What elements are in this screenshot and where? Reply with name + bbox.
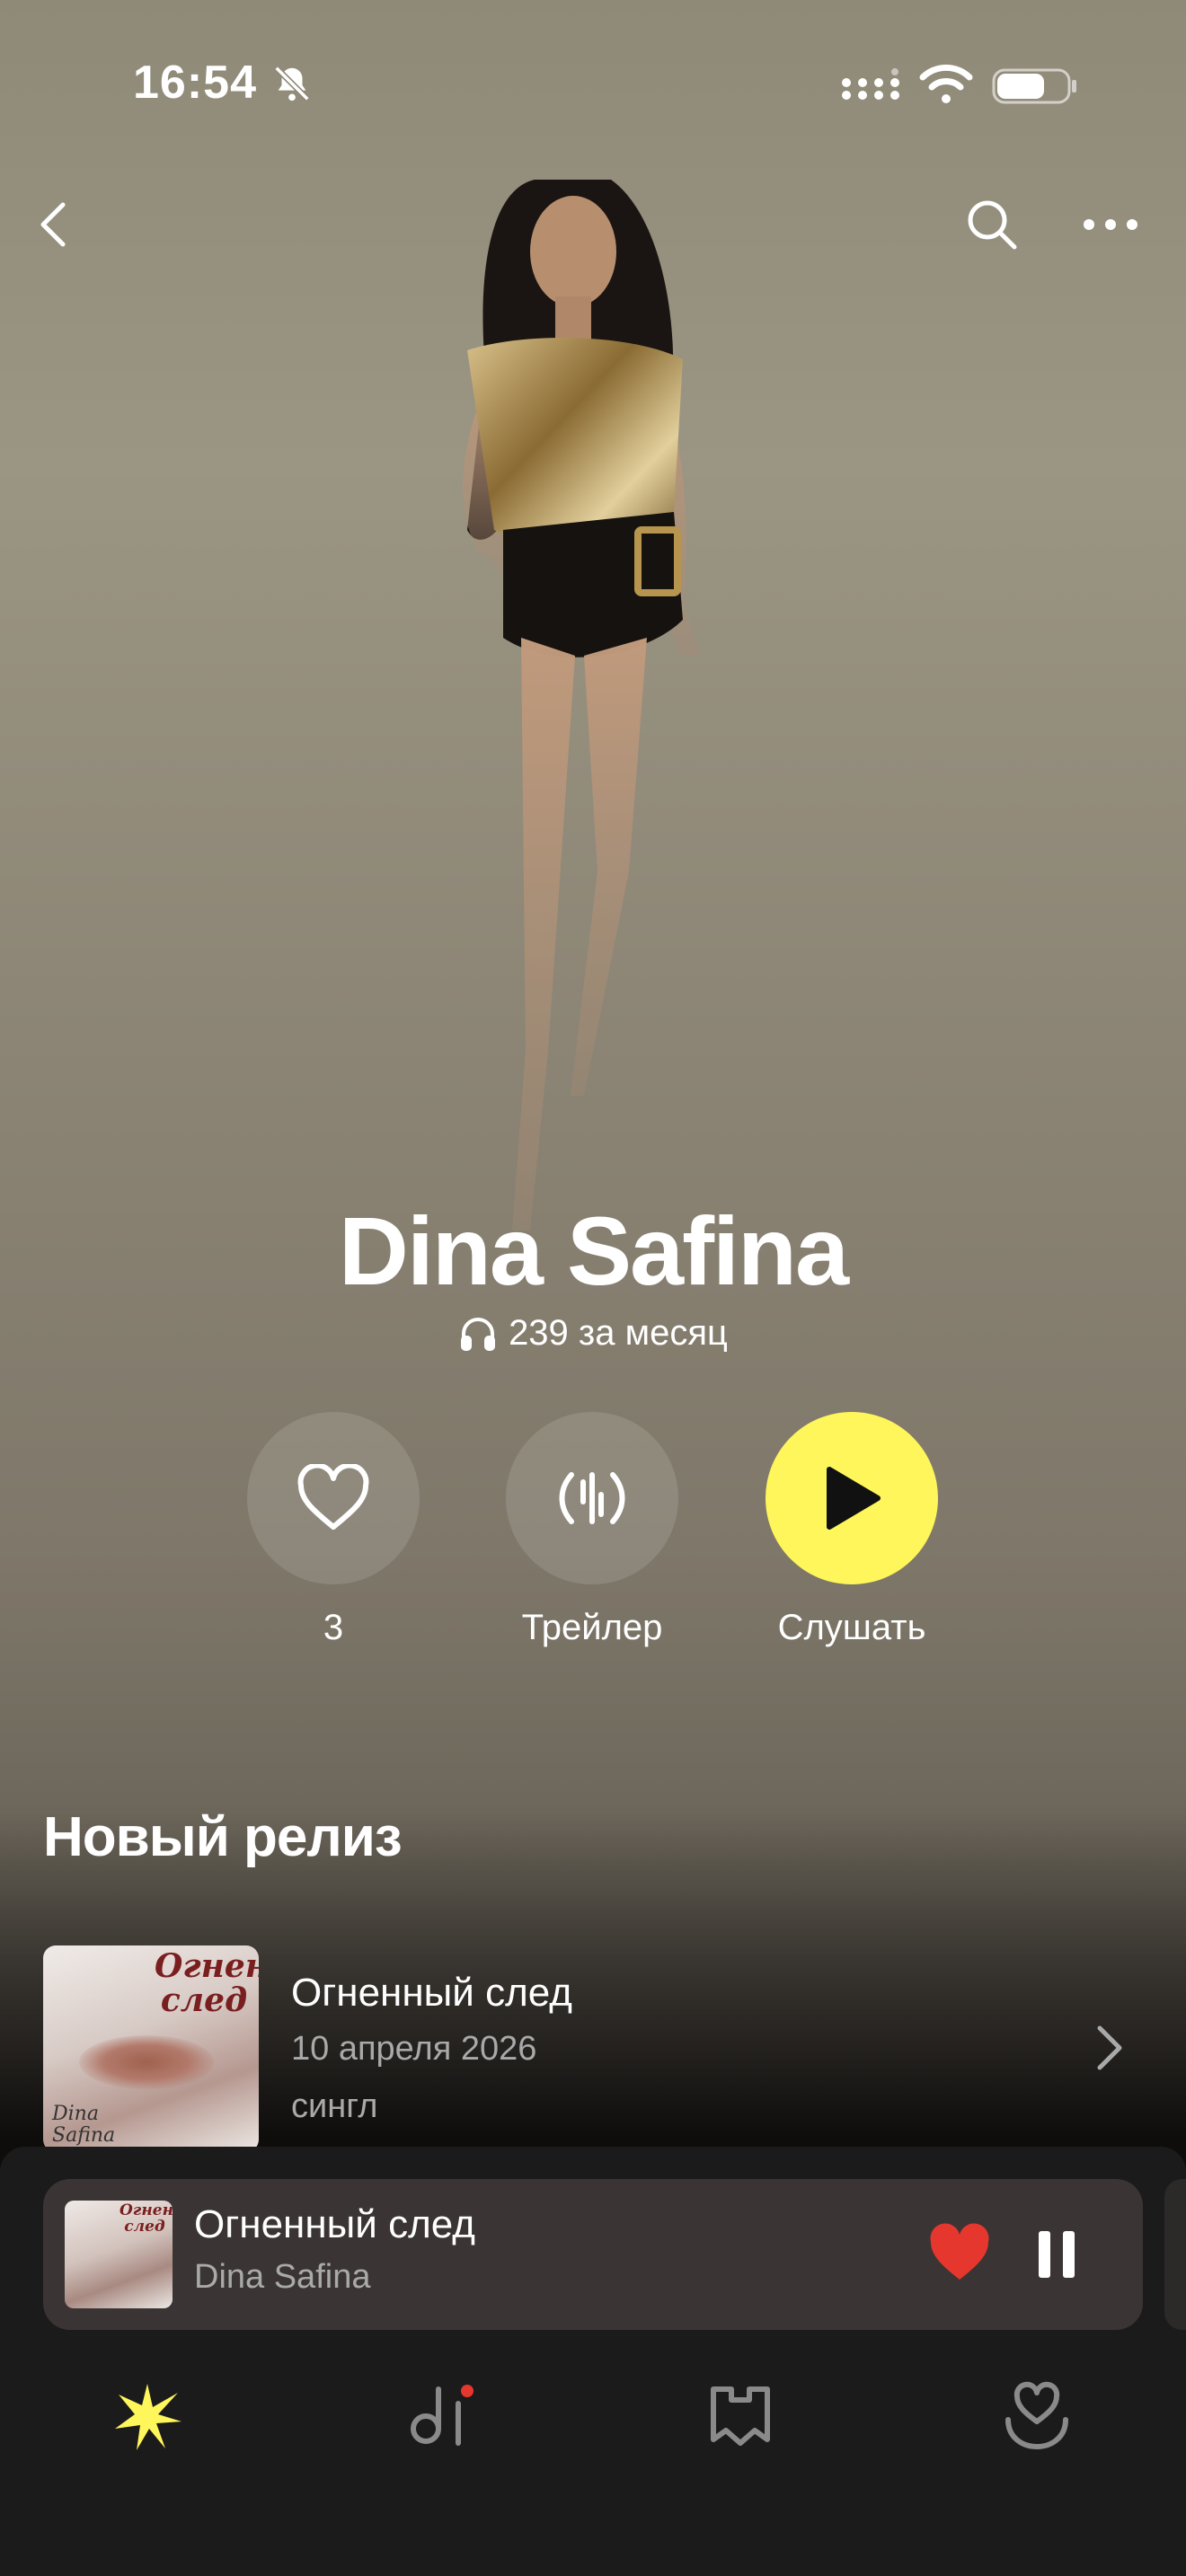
listen-button[interactable] bbox=[766, 1412, 938, 1584]
cover-artist-text: Dina Safina bbox=[52, 2103, 116, 2147]
heart-hand-icon bbox=[1005, 2381, 1068, 2449]
mini-player-artist: Dina Safina bbox=[194, 2258, 371, 2296]
artist-photo bbox=[463, 180, 701, 1231]
back-button[interactable] bbox=[18, 189, 90, 260]
artist-screen: 16:54 Dina Safina 239 за месяц 3 Трейлер… bbox=[0, 0, 1186, 2576]
back-icon bbox=[40, 202, 66, 247]
trailer-label: Трейлер bbox=[521, 1608, 663, 1647]
heart-outline-icon bbox=[297, 1464, 369, 1530]
bookmark-map-icon bbox=[711, 2386, 770, 2446]
heart-filled-icon[interactable] bbox=[927, 2222, 992, 2287]
battery-icon bbox=[992, 68, 1076, 104]
mini-player[interactable]: Огненный след Огненный след Dina Safina bbox=[43, 2179, 1143, 2330]
new-release-heading: Новый релиз bbox=[43, 1806, 403, 1868]
listeners-text: 239 за месяц bbox=[509, 1313, 728, 1353]
next-player-card-edge[interactable] bbox=[1164, 2179, 1186, 2330]
mini-cover-title-text: Огненный след bbox=[119, 2201, 173, 2236]
artist-name: Dina Safina bbox=[338, 1196, 849, 1305]
music-notification-icon bbox=[411, 2381, 477, 2446]
play-icon bbox=[827, 1467, 881, 1530]
tab-charts[interactable] bbox=[399, 2371, 489, 2461]
release-title: Огненный след bbox=[291, 1971, 572, 2015]
tab-main[interactable] bbox=[102, 2371, 192, 2461]
status-time: 16:54 bbox=[133, 57, 257, 109]
trailer-button[interactable] bbox=[506, 1412, 678, 1584]
more-button[interactable] bbox=[1075, 189, 1146, 260]
release-type: сингл bbox=[291, 2087, 378, 2125]
wifi-icon bbox=[919, 64, 973, 103]
chevron-right-icon bbox=[1097, 2025, 1122, 2070]
tab-favorites[interactable] bbox=[992, 2371, 1082, 2461]
pause-button[interactable] bbox=[1022, 2220, 1091, 2289]
cover-art-lips bbox=[79, 2035, 214, 2089]
mini-player-title: Огненный след bbox=[194, 2202, 475, 2246]
search-icon bbox=[968, 200, 1017, 250]
cover-title-text: Огненный след bbox=[155, 1947, 259, 2019]
release-cover: Огненный след Dina Safina bbox=[43, 1945, 259, 2152]
more-icon bbox=[1084, 219, 1137, 230]
listen-label: Слушать bbox=[777, 1608, 926, 1647]
monthly-listeners: 239 за месяц bbox=[0, 1313, 1186, 1354]
tab-collection[interactable] bbox=[695, 2371, 785, 2461]
bell-slash-icon bbox=[274, 66, 310, 101]
status-bar: 16:54 bbox=[0, 0, 1186, 171]
headphones-icon bbox=[461, 1317, 496, 1351]
release-date: 10 апреля 2026 bbox=[291, 2030, 537, 2068]
like-count-label: 3 bbox=[323, 1608, 344, 1647]
sparkle-icon bbox=[115, 2384, 181, 2450]
like-artist-button[interactable] bbox=[247, 1412, 420, 1584]
pause-icon bbox=[1039, 2231, 1075, 2278]
mini-player-cover: Огненный след bbox=[65, 2201, 173, 2308]
waveform-icon bbox=[559, 1472, 625, 1524]
search-button[interactable] bbox=[956, 189, 1028, 260]
signal-icon bbox=[842, 68, 899, 100]
new-release-item[interactable]: Огненный след Dina Safina Огненный след … bbox=[0, 1940, 1186, 2156]
